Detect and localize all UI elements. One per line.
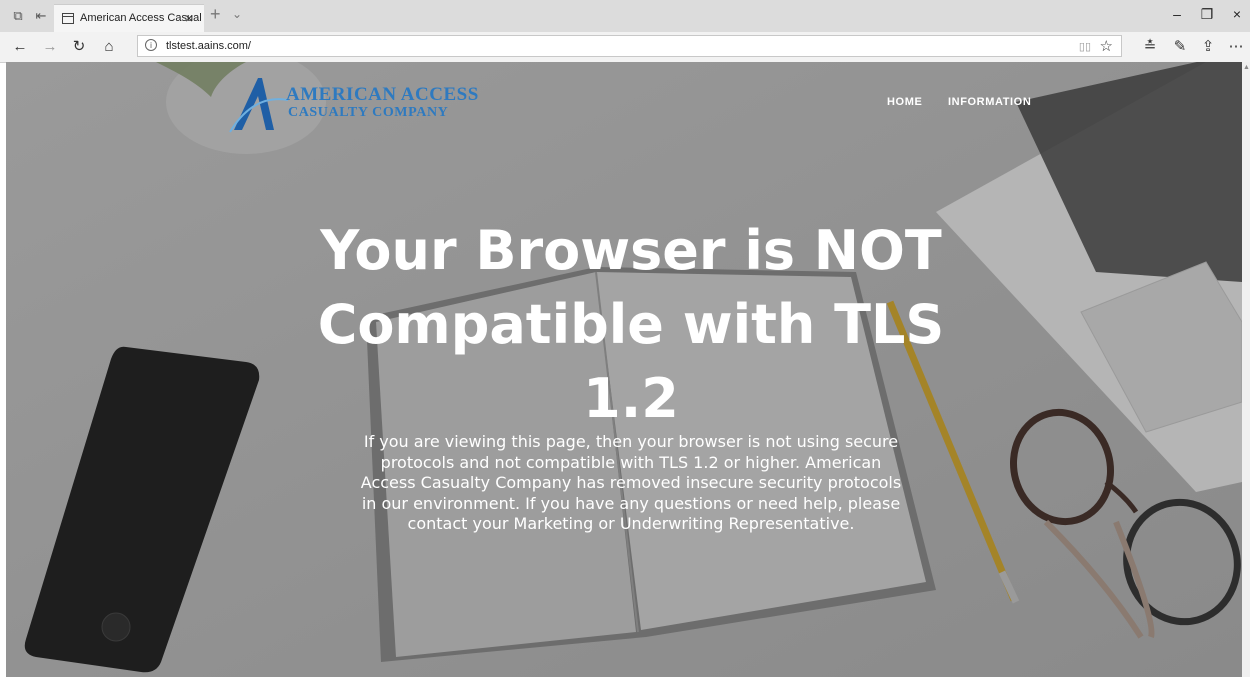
minimize-button[interactable]: – bbox=[1162, 6, 1192, 22]
incompatibility-message: If you are viewing this page, then your … bbox=[360, 432, 902, 533]
address-url[interactable]: tlstest.aains.com/ bbox=[166, 40, 251, 52]
page-hero: AMERICAN ACCESS CASUALTY COMPANY HOME IN… bbox=[6, 62, 1242, 677]
forward-arrow-icon[interactable]: → bbox=[39, 36, 61, 58]
page-scrollbar[interactable]: ▲ bbox=[1242, 62, 1250, 677]
new-tab-button[interactable]: + bbox=[210, 4, 221, 25]
tab-close-icon[interactable]: × bbox=[185, 10, 193, 26]
notes-pen-icon[interactable]: ✎ bbox=[1169, 36, 1191, 58]
set-aside-tabs-icon[interactable]: ⧉ bbox=[8, 6, 28, 26]
home-icon[interactable]: ⌂ bbox=[98, 36, 120, 58]
page-favicon-icon bbox=[62, 13, 74, 24]
back-arrow-icon[interactable]: ← bbox=[9, 36, 31, 58]
maximize-button[interactable]: ❐ bbox=[1192, 6, 1222, 23]
company-logo[interactable]: AMERICAN ACCESS CASUALTY COMPANY bbox=[228, 74, 478, 134]
refresh-icon[interactable]: ↻ bbox=[68, 36, 90, 58]
logo-a-mark-icon bbox=[229, 78, 288, 133]
favorites-hub-icon[interactable]: ≛ bbox=[1139, 36, 1161, 58]
tab-preview-icon[interactable]: ⇤ bbox=[31, 6, 51, 26]
browser-toolbar: ← → ↻ ⌂ i tlstest.aains.com/ ▯▯ ☆ ≛ ✎ ⇪ … bbox=[0, 32, 1250, 63]
nav-information-link[interactable]: INFORMATION bbox=[948, 96, 1031, 108]
site-info-icon[interactable]: i bbox=[145, 39, 157, 51]
favorite-star-icon[interactable]: ☆ bbox=[1100, 37, 1113, 55]
logo-line2: CASUALTY COMPANY bbox=[288, 105, 449, 120]
tab-strip: ⧉ ⇤ American Access Casual × + ⌄ – ❐ × bbox=[0, 0, 1250, 33]
window-close-button[interactable]: × bbox=[1222, 6, 1250, 22]
logo-line1: AMERICAN ACCESS bbox=[286, 84, 479, 105]
address-bar[interactable]: i tlstest.aains.com/ ▯▯ ☆ bbox=[137, 35, 1122, 57]
tab-list-chevron-icon[interactable]: ⌄ bbox=[232, 7, 242, 21]
more-options-icon[interactable]: ⋯ bbox=[1225, 36, 1247, 58]
scroll-up-arrow-icon[interactable]: ▲ bbox=[1243, 64, 1250, 71]
browser-tab[interactable]: American Access Casual × bbox=[54, 4, 204, 33]
reading-view-icon[interactable]: ▯▯ bbox=[1079, 40, 1091, 53]
page-headline: Your Browser is NOT Compatible with TLS … bbox=[317, 219, 945, 430]
tab-title: American Access Casual bbox=[80, 12, 202, 24]
share-icon[interactable]: ⇪ bbox=[1197, 36, 1219, 58]
nav-home-link[interactable]: HOME bbox=[887, 96, 922, 108]
